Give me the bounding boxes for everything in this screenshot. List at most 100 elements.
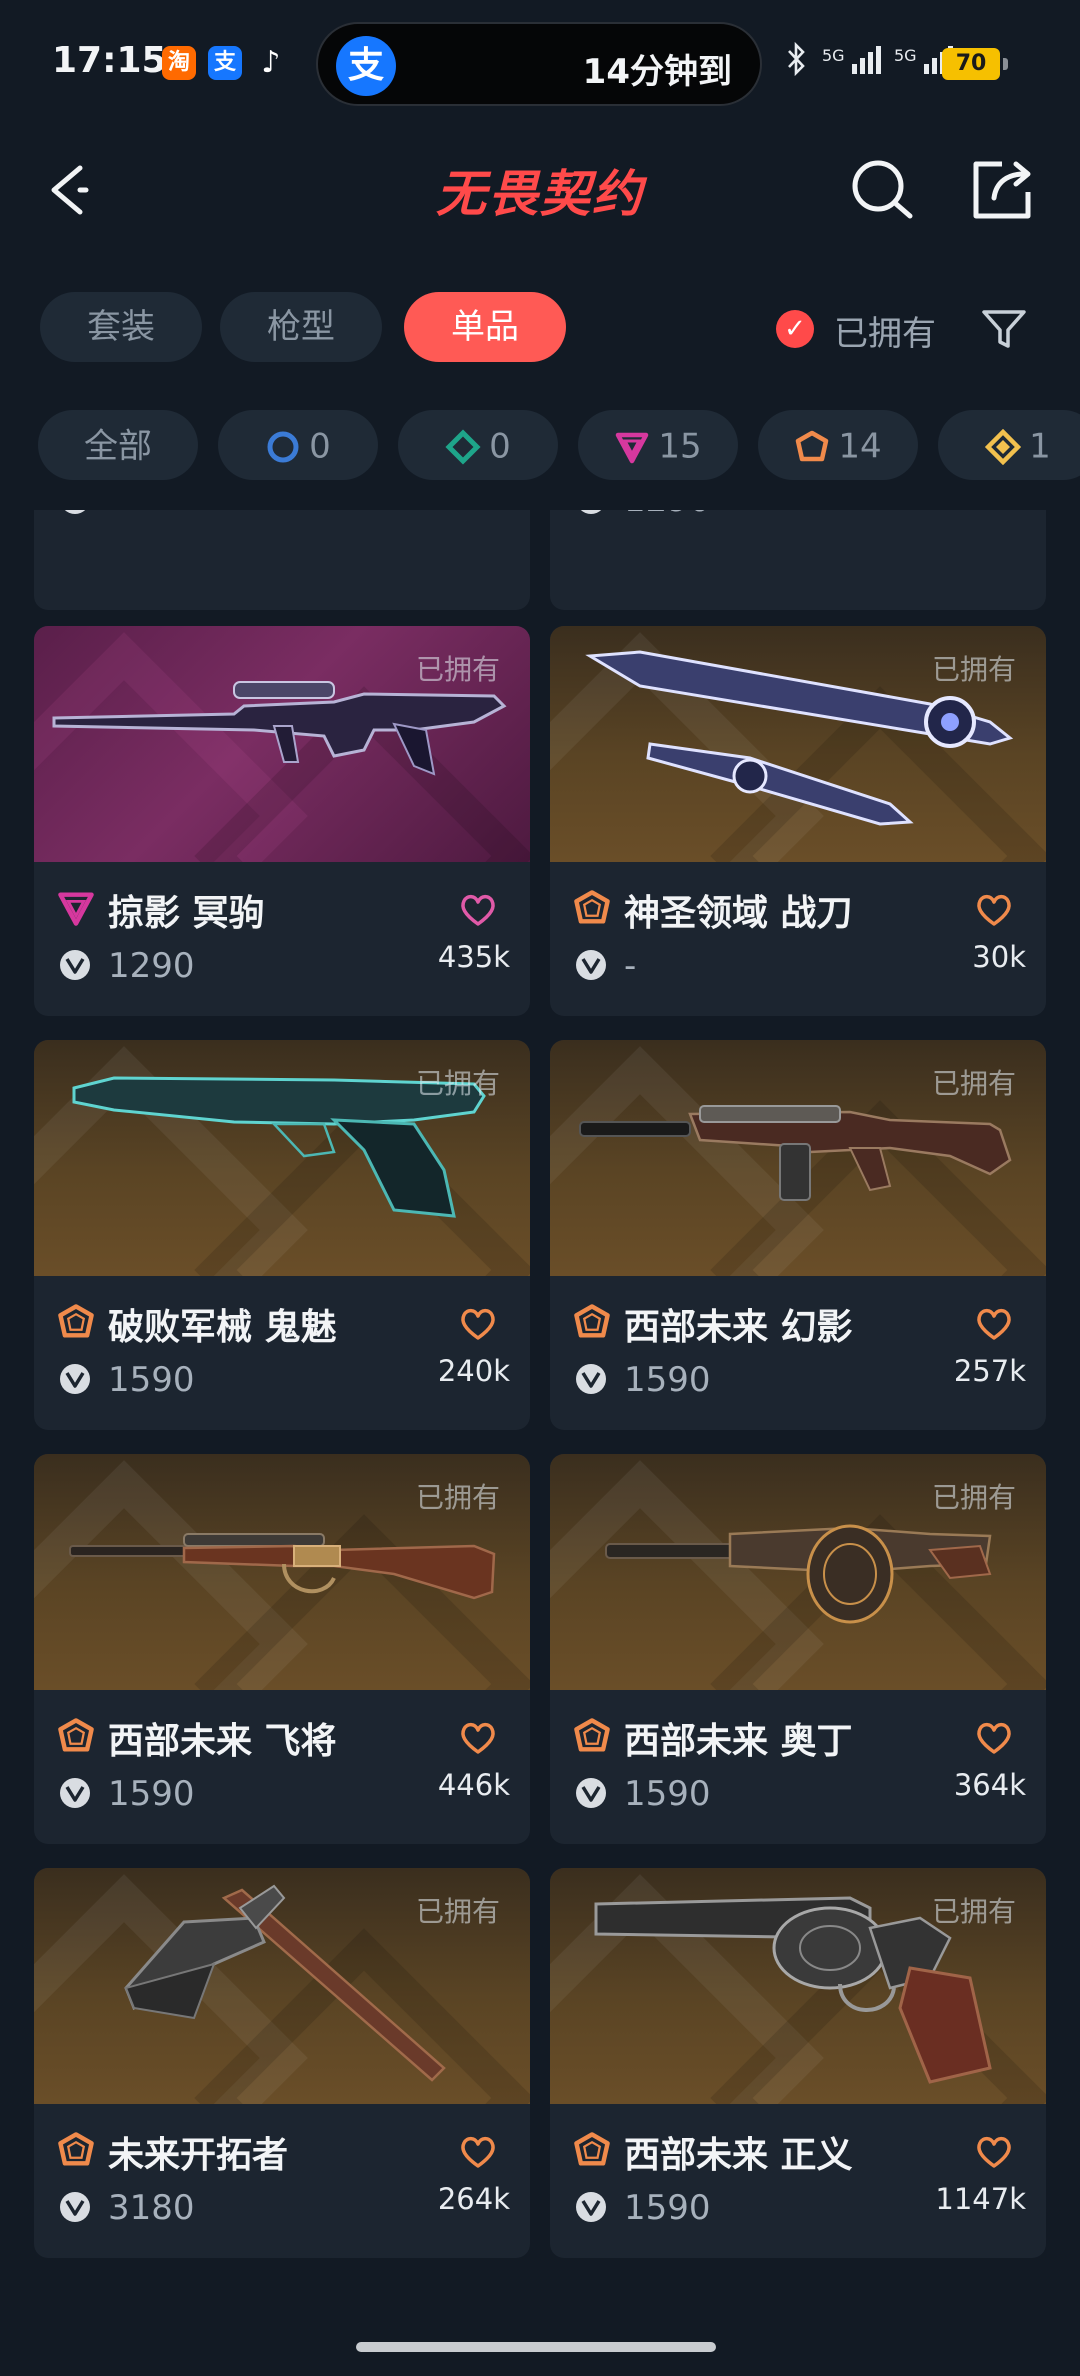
item-name: 西部未来 奥丁 bbox=[624, 1721, 853, 1762]
item-card[interactable]: - 19k bbox=[34, 510, 530, 610]
item-card[interactable]: 已拥有 破败军械 鬼魅 1590 240k bbox=[34, 1040, 530, 1430]
owned-badge: 已拥有 bbox=[415, 1895, 500, 1928]
ultra-tier-icon bbox=[985, 428, 1022, 465]
home-indicator[interactable] bbox=[356, 2342, 716, 2352]
owned-badge: 已拥有 bbox=[415, 1481, 500, 1514]
tab-items[interactable]: 单品 bbox=[404, 292, 566, 362]
heart-icon[interactable] bbox=[974, 1718, 1014, 1758]
valorant-points-icon bbox=[574, 2190, 608, 2224]
status-time: 17:15 bbox=[52, 40, 167, 81]
chip-premium-tier[interactable]: 15 bbox=[578, 410, 738, 480]
filter-funnel-icon[interactable] bbox=[978, 302, 1030, 354]
owned-filter-label: 已拥有 bbox=[834, 314, 936, 354]
exclusive-tier-icon bbox=[56, 1302, 96, 1342]
premium-tier-icon bbox=[616, 432, 649, 463]
top-navigation: 无畏契约 bbox=[0, 140, 1080, 240]
owned-badge: 已拥有 bbox=[931, 1481, 1016, 1514]
cellular-signal-icon: 5G bbox=[822, 46, 884, 74]
favorite-count: 264k bbox=[437, 2182, 510, 2216]
valorant-points-icon bbox=[574, 948, 608, 982]
item-name: 掠影 冥驹 bbox=[108, 893, 265, 934]
valorant-points-icon bbox=[58, 1776, 92, 1810]
item-image: 已拥有 bbox=[34, 1868, 530, 2104]
valorant-points-icon bbox=[574, 1362, 608, 1396]
item-card[interactable]: 已拥有 西部未来 正义 1590 1147k bbox=[550, 1868, 1046, 2258]
favorite-count: 435k bbox=[437, 940, 510, 974]
item-card[interactable]: 已拥有 神圣领域 战刀 - 30k bbox=[550, 626, 1046, 1016]
dynamic-island[interactable]: 支 14分钟到 bbox=[316, 22, 762, 106]
item-price: - bbox=[108, 510, 120, 520]
alipay-island-icon: 支 bbox=[336, 36, 396, 96]
favorite-count: 257k bbox=[953, 1354, 1026, 1388]
valorant-points-icon bbox=[58, 510, 92, 516]
select-tier-icon bbox=[267, 431, 299, 462]
item-name: 破败军械 鬼魅 bbox=[108, 1307, 337, 1348]
exclusive-tier-icon bbox=[796, 430, 829, 461]
heart-icon[interactable] bbox=[974, 890, 1014, 930]
item-card[interactable]: 1290 387k bbox=[550, 510, 1046, 610]
item-name: 神圣领域 战刀 bbox=[624, 893, 853, 934]
favorite-count: 30k bbox=[972, 940, 1026, 974]
chip-deluxe-tier[interactable]: 0 bbox=[398, 410, 558, 480]
chip-all[interactable]: 全部 bbox=[38, 410, 198, 480]
item-card[interactable]: 已拥有 西部未来 飞将 1590 446k bbox=[34, 1454, 530, 1844]
check-icon: ✓ bbox=[776, 310, 814, 348]
search-icon[interactable] bbox=[846, 154, 918, 226]
tab-bundles[interactable]: 套装 bbox=[40, 292, 202, 362]
chip-exclusive-count: 14 bbox=[838, 426, 882, 467]
item-card[interactable]: 已拥有 掠影 冥驹 1290 435k bbox=[34, 626, 530, 1016]
item-name: 西部未来 幻影 bbox=[624, 1307, 853, 1348]
heart-icon[interactable] bbox=[458, 1718, 498, 1758]
item-card[interactable]: 已拥有 未来开拓者 3180 264k bbox=[34, 1868, 530, 2258]
taobao-app-icon: 淘 bbox=[162, 46, 196, 80]
owned-badge: 已拥有 bbox=[931, 1895, 1016, 1928]
item-image: 已拥有 bbox=[550, 1868, 1046, 2104]
item-grid: - 19k 1290 387k 已拥有 掠影 冥驹 bbox=[0, 510, 1080, 2290]
item-image: 已拥有 bbox=[34, 1040, 530, 1276]
heart-icon[interactable] bbox=[458, 1304, 498, 1344]
favorite-count: 364k bbox=[953, 1768, 1026, 1802]
item-image: 已拥有 bbox=[34, 626, 530, 862]
exclusive-tier-icon bbox=[572, 888, 612, 928]
rarity-filter-chips: 全部 0 0 15 14 1 bbox=[38, 410, 1080, 480]
valorant-points-icon bbox=[574, 510, 608, 516]
item-card[interactable]: 已拥有 西部未来 奥丁 1590 364k bbox=[550, 1454, 1046, 1844]
network-label-2: 5G bbox=[894, 46, 917, 65]
item-image: 已拥有 bbox=[550, 1454, 1046, 1690]
exclusive-tier-icon bbox=[572, 2130, 612, 2170]
item-image: 已拥有 bbox=[34, 1454, 530, 1690]
heart-icon[interactable] bbox=[458, 890, 498, 930]
exclusive-tier-icon bbox=[56, 1716, 96, 1756]
item-name: 西部未来 正义 bbox=[624, 2135, 853, 2176]
network-label: 5G bbox=[822, 46, 845, 65]
item-price: 3180 bbox=[108, 2188, 195, 2228]
app-title: 无畏契约 bbox=[436, 165, 644, 223]
chip-premium-count: 15 bbox=[658, 426, 702, 467]
chip-exclusive-tier[interactable]: 14 bbox=[758, 410, 918, 480]
valorant-points-icon bbox=[58, 948, 92, 982]
item-price: - bbox=[624, 946, 637, 986]
valorant-points-icon bbox=[58, 2190, 92, 2224]
island-eta-text: 14分钟到 bbox=[582, 52, 732, 92]
heart-icon[interactable] bbox=[974, 1304, 1014, 1344]
item-name: 西部未来 飞将 bbox=[108, 1721, 337, 1762]
item-card[interactable]: 已拥有 西部未来 幻影 1590 257k bbox=[550, 1040, 1046, 1430]
bluetooth-icon bbox=[786, 41, 808, 84]
tab-weapon-types[interactable]: 枪型 bbox=[220, 292, 382, 362]
heart-icon[interactable] bbox=[974, 2132, 1014, 2172]
owned-badge: 已拥有 bbox=[415, 653, 500, 686]
chip-deluxe-count: 0 bbox=[489, 426, 511, 467]
valorant-points-icon bbox=[574, 1776, 608, 1810]
owned-badge: 已拥有 bbox=[931, 1067, 1016, 1100]
share-icon[interactable] bbox=[966, 154, 1038, 226]
item-name: 未来开拓者 bbox=[108, 2135, 289, 2176]
item-image: 已拥有 bbox=[550, 626, 1046, 862]
heart-icon[interactable] bbox=[458, 2132, 498, 2172]
item-price: 1590 bbox=[108, 1774, 195, 1814]
chip-ultra-tier[interactable]: 1 bbox=[938, 410, 1080, 480]
chip-ultra-count: 1 bbox=[1029, 426, 1051, 467]
item-price: 1590 bbox=[624, 1774, 711, 1814]
chip-select-count: 0 bbox=[309, 426, 331, 467]
item-price: 1590 bbox=[624, 1360, 711, 1400]
chip-select-tier[interactable]: 0 bbox=[218, 410, 378, 480]
